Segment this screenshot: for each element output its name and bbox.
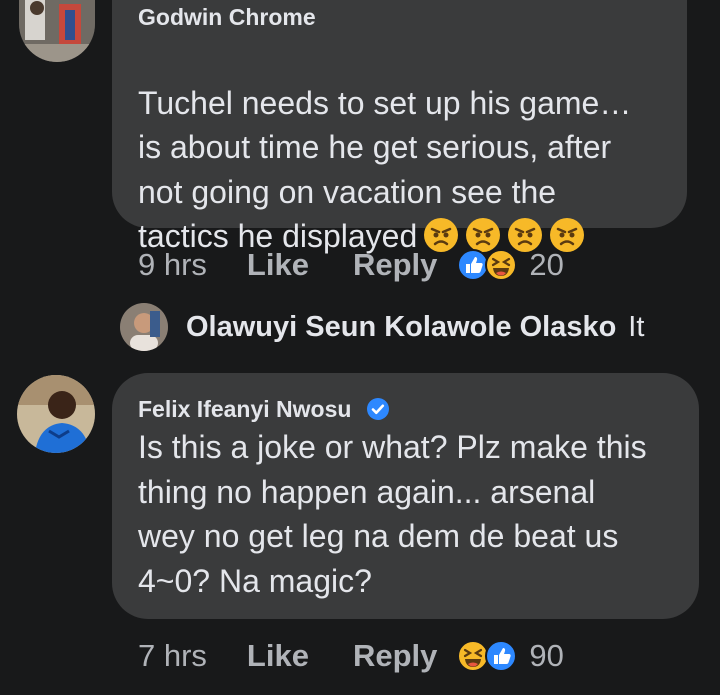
reply-button[interactable]: Reply (353, 247, 437, 283)
reply-author[interactable]: Olawuyi Seun Kolawole Olasko (186, 311, 616, 344)
collapsed-reply[interactable]: Olawuyi Seun Kolawole Olasko It (186, 311, 644, 344)
like-reaction-icon (485, 640, 518, 672)
comment-timestamp[interactable]: 9 hrs (138, 247, 207, 283)
comment-text: Tuchel needs to set up his game… is abou… (138, 36, 678, 259)
comment-author-name[interactable]: Felix Ifeanyi Nwosu (138, 396, 351, 422)
reaction-count[interactable]: 20 (529, 247, 563, 283)
reply-preview: It (628, 311, 645, 343)
comment-text: Is this a joke or what? Plz make this th… (138, 429, 647, 599)
like-button[interactable]: Like (247, 247, 309, 283)
reactions-summary[interactable] (457, 249, 518, 281)
reaction-count[interactable]: 90 (529, 638, 563, 674)
like-button[interactable]: Like (247, 638, 309, 674)
verified-badge-icon (366, 398, 389, 420)
comment-author[interactable]: Godwin Chrome (138, 4, 316, 31)
comments-thread: Godwin Chrome Tuchel needs to set up his… (0, 0, 720, 695)
haha-reaction-icon (485, 249, 518, 281)
avatar[interactable] (120, 303, 168, 351)
reactions-summary[interactable] (457, 640, 518, 672)
avatar[interactable] (19, 0, 95, 62)
comment-actions: 9 hrs Like Reply 20 (138, 247, 564, 283)
comment-timestamp[interactable]: 7 hrs (138, 638, 207, 674)
avatar[interactable] (17, 375, 95, 453)
reply-button[interactable]: Reply (353, 638, 437, 674)
comment-actions: 7 hrs Like Reply 90 (138, 638, 564, 674)
comment-author[interactable]: Felix Ifeanyi Nwosu (138, 396, 390, 423)
